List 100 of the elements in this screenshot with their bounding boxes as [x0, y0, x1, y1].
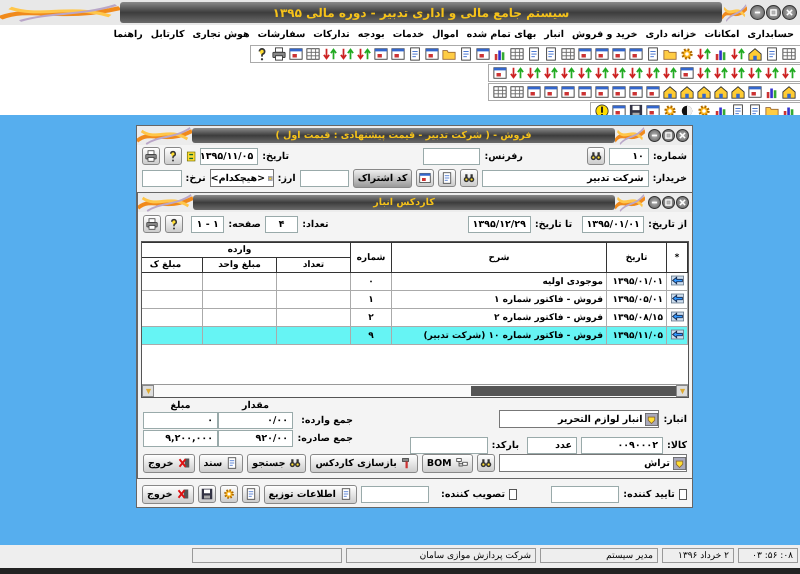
menu-item[interactable]: سفارشات [254, 28, 310, 40]
window-icon[interactable] [612, 47, 626, 61]
item-code-field[interactable]: ۰۰۹۰۰۰۲ [581, 436, 664, 454]
arrows-icon[interactable] [748, 66, 762, 80]
reference-field[interactable] [423, 148, 480, 164]
search-button[interactable] [476, 454, 495, 472]
arrow-left-icon[interactable] [670, 274, 684, 286]
arrows-icon[interactable] [731, 47, 745, 61]
house-icon[interactable] [697, 85, 711, 99]
menu-item[interactable]: اموال [428, 28, 463, 40]
help-button[interactable] [164, 147, 182, 165]
menu-item[interactable]: انبار [540, 28, 568, 40]
rebuild-button[interactable]: بازسازی کاردکس [310, 454, 418, 472]
house-icon[interactable] [714, 85, 728, 99]
document-icon[interactable] [459, 47, 473, 61]
window-icon[interactable] [646, 85, 660, 99]
arrows-icon[interactable] [544, 66, 558, 80]
window-button[interactable] [416, 169, 434, 187]
exit-button[interactable]: خروج [142, 484, 194, 504]
arrows-icon[interactable] [578, 66, 592, 80]
input-field[interactable] [300, 170, 349, 186]
unit-field[interactable]: عدد [527, 436, 578, 454]
arrow-left-icon[interactable] [670, 328, 684, 340]
maximize-button[interactable] [662, 196, 675, 209]
checkbox[interactable] [509, 488, 518, 500]
grid-icon[interactable] [510, 47, 524, 61]
search-button[interactable] [586, 147, 605, 165]
arrows-icon[interactable] [323, 47, 337, 61]
window-icon[interactable] [612, 104, 626, 118]
date-field[interactable]: ۱۳۹۵/۰۱/۰۱ [582, 216, 644, 232]
folder-icon[interactable] [442, 47, 456, 61]
number-field[interactable]: ۱۰ [608, 148, 649, 164]
menu-item[interactable]: خزانه داری [642, 28, 700, 40]
menu-item[interactable]: حسابداری [743, 28, 798, 40]
arrows-icon[interactable] [510, 66, 524, 80]
arrow-left-icon[interactable] [670, 292, 684, 304]
window-icon[interactable] [578, 85, 592, 99]
list-button[interactable] [438, 169, 456, 187]
checkbox[interactable] [678, 488, 687, 500]
print-button[interactable] [143, 215, 161, 233]
close-button[interactable] [676, 196, 689, 209]
date-field[interactable]: ۱۳۹۵/۱۲/۲۹ [468, 216, 531, 232]
search-button[interactable]: جستجو [247, 454, 306, 472]
grid-icon[interactable] [493, 85, 507, 99]
document-icon[interactable] [544, 47, 558, 61]
arrows-icon[interactable] [357, 47, 371, 61]
window-icon[interactable] [544, 85, 558, 99]
arrows-icon[interactable] [561, 66, 575, 80]
window-icon[interactable] [289, 47, 303, 61]
house-icon[interactable] [731, 85, 745, 99]
arrows-icon[interactable] [595, 66, 609, 80]
scroll-left-button[interactable] [142, 385, 154, 397]
grid-icon[interactable] [782, 47, 796, 61]
buyer-field[interactable]: شرکت تدبیر [482, 170, 649, 186]
arrows-icon[interactable] [697, 66, 711, 80]
window-icon[interactable] [493, 66, 507, 80]
window-icon[interactable] [374, 47, 388, 61]
house-icon[interactable] [748, 47, 762, 61]
window-icon[interactable] [527, 85, 541, 99]
barcode-field[interactable] [410, 436, 488, 454]
folder-icon[interactable] [663, 47, 677, 61]
arrows-icon[interactable] [663, 66, 677, 80]
arrows-icon[interactable] [731, 66, 745, 80]
bom-button[interactable]: BOM [422, 454, 473, 472]
warehouse-dropdown[interactable]: انبار لوازم التحریر [499, 410, 660, 428]
arrows-icon[interactable] [765, 66, 779, 80]
maximize-button[interactable] [662, 129, 675, 142]
gear-icon[interactable] [680, 47, 694, 61]
window-icon[interactable] [748, 85, 762, 99]
arrows-icon[interactable] [697, 47, 711, 61]
table-row[interactable]: ۱۳۹۵/۱۱/۰۵ فروش - فاکتور شماره ۱۰ (شرکت تدبیر) ۹ [142, 326, 688, 344]
scroll-right-button[interactable] [676, 385, 688, 397]
menu-item[interactable]: تدارکات [309, 28, 354, 40]
document-button[interactable] [242, 485, 260, 503]
menu-item[interactable]: خرید و فروش [568, 28, 642, 40]
menu-item[interactable]: بهای تمام شده [462, 28, 540, 40]
count-field[interactable]: ۴ [264, 216, 298, 232]
menu-item[interactable]: راهنما [110, 28, 147, 40]
help-button[interactable] [165, 215, 183, 233]
menu-item[interactable]: هوش تجاری [188, 28, 254, 40]
distribution-info-button[interactable]: اطلاعات توزیع [264, 484, 357, 504]
minimize-button[interactable] [648, 129, 661, 142]
window-icon[interactable] [561, 85, 575, 99]
save-button[interactable] [198, 485, 216, 503]
menu-item[interactable]: کارتابل [146, 28, 188, 40]
house-icon[interactable] [663, 85, 677, 99]
exit-button[interactable]: خروج [143, 454, 195, 472]
document-icon[interactable] [527, 47, 541, 61]
minimize-button[interactable] [648, 196, 661, 209]
grid-icon[interactable] [306, 47, 320, 61]
arrows-icon[interactable] [714, 66, 728, 80]
arrows-icon[interactable] [612, 66, 626, 80]
input-field[interactable] [360, 486, 430, 502]
arrows-icon[interactable] [646, 66, 660, 80]
window-icon[interactable] [425, 47, 439, 61]
currency-dropdown[interactable]: <هیچکدام> [210, 169, 274, 187]
close-button[interactable] [676, 129, 689, 142]
arrows-icon[interactable] [527, 66, 541, 80]
arrows-icon[interactable] [340, 47, 354, 61]
window-icon[interactable] [612, 85, 626, 99]
